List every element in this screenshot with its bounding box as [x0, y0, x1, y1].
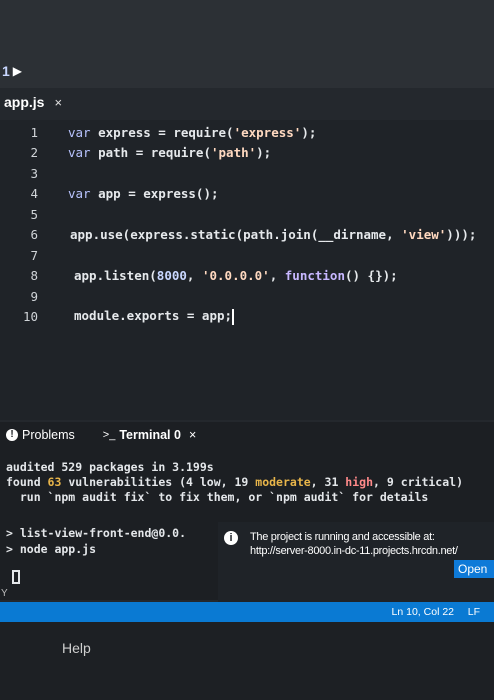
code-line[interactable]: 9: [0, 286, 74, 306]
line-number: 9: [30, 288, 38, 304]
line-number: 3: [30, 165, 38, 181]
terminal-text: vulnerabilities (4 low, 19: [61, 475, 256, 489]
line-number: 2: [30, 145, 38, 160]
code-line[interactable]: 8 app.listen(8000, '0.0.0.0', function() …: [0, 266, 398, 286]
tab-terminal[interactable]: >_ Terminal 0 ×: [103, 428, 196, 442]
text-cursor: [232, 308, 235, 325]
code-editor[interactable]: 1 var express = require('express'); 2 var p…: [0, 120, 494, 420]
info-icon: i: [224, 531, 238, 545]
code-text: app.listen(8000, '0.0.0.0', function() {…: [74, 268, 398, 283]
tab-app-js[interactable]: app.js ×: [4, 94, 62, 110]
terminal-line: > list-view-front-end@0.0.: [6, 526, 187, 540]
code-text: module.exports = app;: [74, 308, 235, 325]
bottom-panel: ! Problems >_ Terminal 0 × audited 529 p…: [0, 422, 494, 602]
terminal-line: > node app.js: [6, 542, 97, 556]
tab-filename: app.js: [4, 94, 45, 110]
line-number: 4: [30, 186, 38, 201]
help-link[interactable]: Help: [62, 640, 91, 656]
close-icon[interactable]: ×: [54, 95, 62, 110]
code-line[interactable]: 10 module.exports = app;: [0, 307, 235, 327]
terminal-cursor[interactable]: [12, 570, 20, 584]
code-line[interactable]: 3: [0, 163, 68, 183]
cursor-position[interactable]: Ln 10, Col 22: [392, 606, 454, 618]
line-number: 10: [22, 309, 38, 324]
corner-glyph: Y: [1, 588, 8, 599]
bottom-bar: Help: [0, 622, 494, 700]
moderate-label: moderate: [255, 475, 311, 489]
run-count: 1: [2, 63, 10, 79]
terminal-line: run `npm audit fix` to fix them, or `npm…: [6, 490, 429, 504]
terminal-label: Terminal 0: [119, 428, 181, 442]
close-icon[interactable]: ×: [189, 428, 196, 442]
code-line[interactable]: 1 var express = require('express');: [0, 122, 316, 142]
play-icon[interactable]: ▶: [13, 64, 22, 78]
problems-label: Problems: [22, 428, 75, 442]
panel-tabs: ! Problems >_ Terminal 0 ×: [0, 422, 494, 448]
ide-screen: 1 ▶ app.js × 1 var express = require('exp…: [0, 0, 494, 700]
editor-tabbar: app.js ×: [0, 92, 494, 118]
terminal-text: , 31: [310, 475, 346, 489]
code-line[interactable]: 6 app.use(express.static(path.join(__dirn…: [0, 225, 476, 245]
open-button[interactable]: Open: [454, 560, 494, 578]
line-number: 6: [30, 227, 38, 242]
code-line[interactable]: 7: [0, 245, 70, 265]
tab-problems[interactable]: ! Problems: [0, 428, 75, 442]
top-toolbar: [0, 0, 494, 88]
high-label: high: [345, 475, 373, 489]
terminal-text: , 9 critical): [373, 475, 464, 489]
terminal-line: audited 529 packages in 3.199s: [6, 460, 214, 474]
vuln-count: 63: [47, 475, 62, 489]
code-line[interactable]: 5: [0, 204, 68, 224]
line-ending[interactable]: LF: [468, 606, 480, 618]
line-number: 7: [30, 247, 38, 263]
notification-toast: i The project is running and accessible …: [218, 522, 494, 602]
terminal-text: found: [6, 475, 48, 489]
code-text: var app = express();: [68, 186, 219, 201]
notification-message: The project is running and accessible at…: [250, 531, 458, 557]
line-number: 5: [30, 206, 38, 222]
line-number: 8: [30, 268, 38, 283]
code-text: app.use(express.static(path.join(__dirna…: [70, 227, 477, 242]
line-number: 1: [30, 124, 38, 140]
problems-icon: !: [6, 429, 18, 441]
status-bar: Ln 10, Col 22 LF: [0, 602, 494, 622]
terminal-icon: >_: [102, 429, 116, 441]
code-line[interactable]: 2 var path = require('path');: [0, 143, 271, 163]
terminal-line: found 63 vulnerabilities (4 low, 19 mode…: [6, 475, 463, 489]
code-text: var express = require('express');: [68, 124, 317, 140]
code-text: var path = require('path');: [68, 145, 272, 160]
run-control[interactable]: 1 ▶: [0, 62, 22, 80]
code-line[interactable]: 4 var app = express();: [0, 184, 219, 204]
